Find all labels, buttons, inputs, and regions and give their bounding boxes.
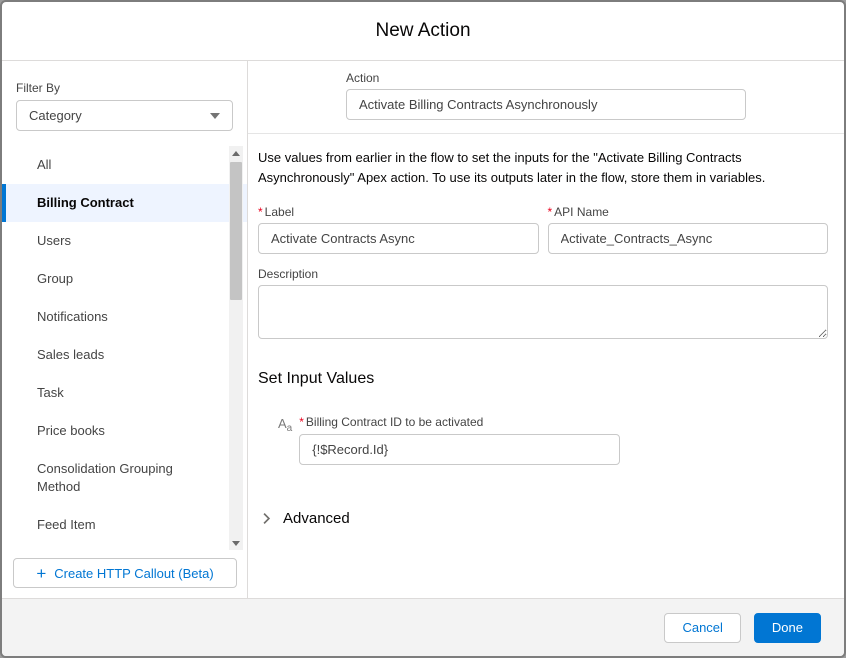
category-list: All Billing Contract Users Group Notific… [2,146,247,550]
new-action-modal: New Action Filter By Category All Billin… [0,0,846,658]
billing-contract-id-row: *Billing Contract ID to be activated [278,415,828,465]
category-items: All Billing Contract Users Group Notific… [2,146,247,550]
required-asterisk: * [299,415,304,429]
category-sidebar: Filter By Category All Billing Contract … [2,61,247,598]
sidebar-item-feed-item[interactable]: Feed Item [2,506,247,544]
sidebar-item-billing-contract[interactable]: Billing Contract [2,184,247,222]
action-label: Action [346,71,746,85]
cancel-button[interactable]: Cancel [664,613,740,643]
action-input[interactable] [346,89,746,120]
scroll-up-arrow[interactable] [229,146,243,160]
required-asterisk: * [258,205,263,219]
advanced-toggle[interactable]: Advanced [260,510,828,527]
label-field-label: *Label [258,205,539,219]
triangle-down-icon [232,541,240,546]
sidebar-item-sales-leads[interactable]: Sales leads [2,336,247,374]
description-field-block: Description [258,267,828,344]
billing-contract-id-label: *Billing Contract ID to be activated [299,415,620,429]
sidebar-scrollbar[interactable] [229,146,243,550]
action-config-area: Use values from earlier in the flow to s… [248,134,844,598]
advanced-label: Advanced [283,510,350,527]
sidebar-item-consolidation-grouping-method[interactable]: Consolidation Grouping Method [2,450,247,506]
create-http-callout-label: Create HTTP Callout (Beta) [54,566,213,581]
category-filter-value: Category [29,108,82,123]
intro-text: Use values from earlier in the flow to s… [258,148,828,188]
filter-block: Filter By Category [2,61,247,131]
sidebar-item-all[interactable]: All [2,146,247,184]
action-picker-block: Action [346,71,746,120]
scroll-down-arrow[interactable] [229,536,243,550]
required-asterisk: * [548,205,553,219]
page-title: New Action [375,20,470,42]
api-name-field-block: *API Name [548,205,829,254]
label-input[interactable] [258,223,539,254]
chevron-right-icon [260,512,273,525]
label-apiname-row: *Label *API Name [258,205,828,254]
done-button[interactable]: Done [754,613,821,643]
description-textarea[interactable] [258,285,828,339]
scrollbar-thumb[interactable] [230,162,242,300]
api-name-input[interactable] [548,223,829,254]
action-detail-panel: Action Use values from earlier in the fl… [247,61,844,598]
billing-contract-id-field: *Billing Contract ID to be activated [299,415,620,465]
create-http-callout-button[interactable]: + Create HTTP Callout (Beta) [13,558,237,588]
label-field-block: *Label [258,205,539,254]
triangle-up-icon [232,151,240,156]
sidebar-item-price-books[interactable]: Price books [2,412,247,450]
filter-by-label: Filter By [16,81,233,95]
description-label: Description [258,267,828,281]
set-input-values-heading: Set Input Values [258,370,828,388]
modal-header: New Action [2,2,844,61]
modal-footer: Cancel Done [2,598,844,656]
sidebar-item-users[interactable]: Users [2,222,247,260]
modal-body: Filter By Category All Billing Contract … [2,61,844,598]
category-filter-select[interactable]: Category [16,100,233,131]
api-name-field-label: *API Name [548,205,829,219]
sidebar-item-notifications[interactable]: Notifications [2,298,247,336]
callout-button-wrap: + Create HTTP Callout (Beta) [2,550,247,588]
sidebar-item-group[interactable]: Group [2,260,247,298]
text-type-icon [278,415,292,434]
billing-contract-id-input[interactable] [299,434,620,465]
chevron-down-icon [210,113,220,119]
sidebar-item-task[interactable]: Task [2,374,247,412]
plus-icon: + [36,565,46,582]
